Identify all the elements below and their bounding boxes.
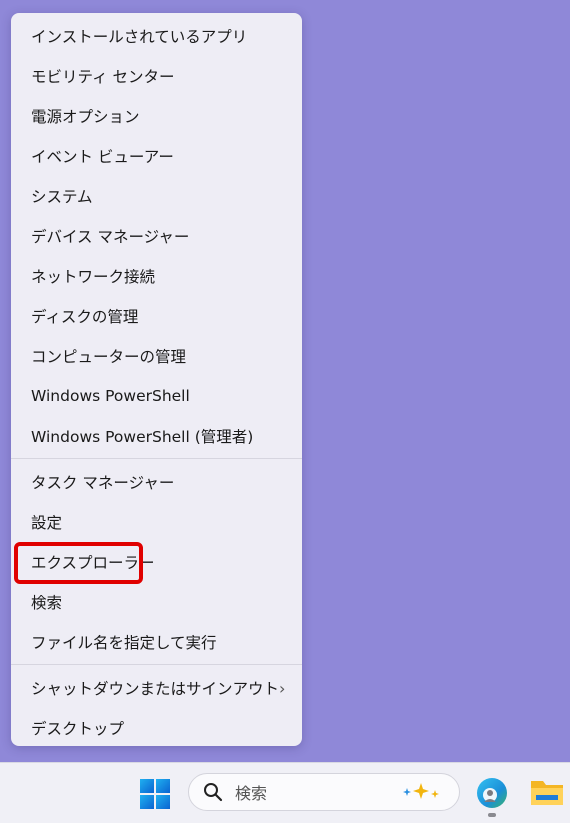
menu-item-system[interactable]: システム bbox=[11, 176, 302, 216]
menu-item-label: ネットワーク接続 bbox=[31, 268, 156, 286]
menu-item-label: タスク マネージャー bbox=[31, 474, 175, 492]
menu-item-label: モビリティ センター bbox=[31, 68, 175, 86]
menu-item-task-manager[interactable]: タスク マネージャー bbox=[11, 462, 302, 502]
menu-item-disk-management[interactable]: ディスクの管理 bbox=[11, 296, 302, 336]
menu-item-mobility-center[interactable]: モビリティ センター bbox=[11, 56, 302, 96]
running-indicator bbox=[488, 813, 496, 817]
menu-item-label: デスクトップ bbox=[31, 720, 125, 738]
menu-item-shutdown-signout[interactable]: シャットダウンまたはサインアウト › bbox=[11, 668, 302, 708]
menu-item-search[interactable]: 検索 bbox=[11, 582, 302, 622]
search-icon bbox=[204, 783, 223, 802]
menu-item-run[interactable]: ファイル名を指定して実行 bbox=[11, 622, 302, 662]
menu-divider bbox=[11, 664, 302, 665]
edge-icon[interactable] bbox=[475, 776, 509, 810]
copilot-sparkle-icon bbox=[403, 783, 439, 799]
menu-item-label: ディスクの管理 bbox=[31, 308, 139, 326]
menu-item-label: 設定 bbox=[31, 514, 63, 532]
menu-item-desktop[interactable]: デスクトップ bbox=[11, 708, 302, 748]
taskbar: 検索 bbox=[0, 762, 570, 823]
menu-item-label: ファイル名を指定して実行 bbox=[31, 634, 217, 652]
menu-item-device-manager[interactable]: デバイス マネージャー bbox=[11, 216, 302, 256]
menu-item-network-connections[interactable]: ネットワーク接続 bbox=[11, 256, 302, 296]
menu-item-label: エクスプローラー bbox=[31, 554, 155, 572]
menu-item-label: 電源オプション bbox=[31, 108, 140, 126]
menu-item-settings[interactable]: 設定 bbox=[11, 502, 302, 542]
menu-item-label: コンピューターの管理 bbox=[31, 348, 187, 366]
menu-item-label: Windows PowerShell bbox=[31, 387, 190, 405]
menu-item-power-options[interactable]: 電源オプション bbox=[11, 96, 302, 136]
search-placeholder: 検索 bbox=[235, 784, 268, 803]
menu-item-computer-management[interactable]: コンピューターの管理 bbox=[11, 336, 302, 376]
taskbar-search-box[interactable]: 検索 bbox=[188, 773, 460, 811]
winx-context-menu: インストールされているアプリ モビリティ センター 電源オプション イベント ビ… bbox=[11, 13, 302, 746]
menu-item-powershell[interactable]: Windows PowerShell bbox=[11, 376, 302, 416]
menu-item-label: イベント ビューアー bbox=[31, 148, 174, 166]
menu-item-file-explorer[interactable]: エクスプローラー bbox=[11, 542, 302, 584]
menu-item-label: インストールされているアプリ bbox=[31, 28, 248, 46]
file-explorer-icon[interactable] bbox=[530, 777, 564, 807]
menu-item-powershell-admin[interactable]: Windows PowerShell (管理者) bbox=[11, 416, 302, 456]
chevron-right-icon: › bbox=[279, 678, 286, 698]
menu-divider bbox=[11, 458, 302, 459]
windows-start-icon[interactable] bbox=[140, 779, 170, 809]
menu-item-installed-apps[interactable]: インストールされているアプリ bbox=[11, 16, 302, 56]
menu-item-label: システム bbox=[31, 188, 93, 206]
menu-item-event-viewer[interactable]: イベント ビューアー bbox=[11, 136, 302, 176]
menu-item-label: Windows PowerShell (管理者) bbox=[31, 428, 254, 446]
menu-item-label: シャットダウンまたはサインアウト bbox=[31, 680, 280, 698]
menu-item-label: デバイス マネージャー bbox=[31, 228, 190, 246]
menu-item-label: 検索 bbox=[31, 594, 63, 612]
